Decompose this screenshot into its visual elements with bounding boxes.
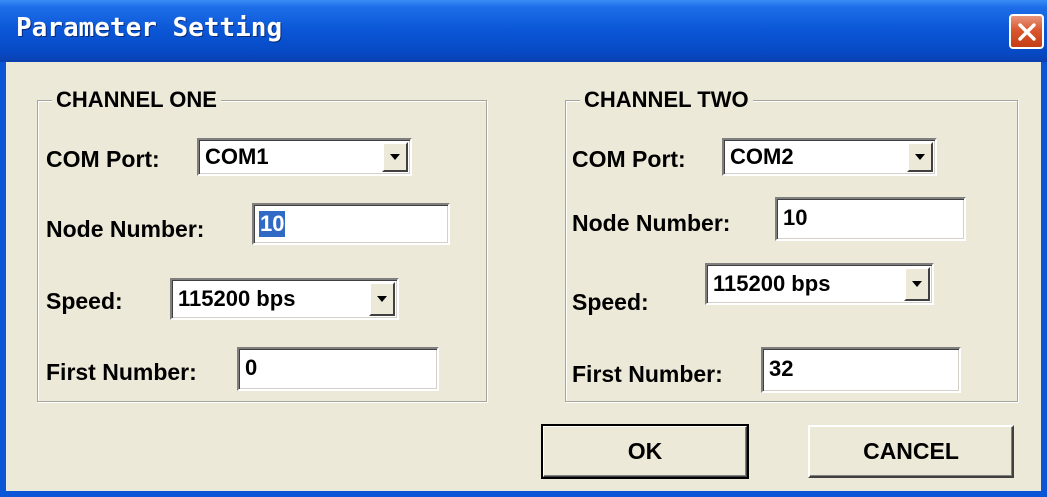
channel-two-first-number-input[interactable]: 32 — [761, 347, 961, 393]
window-frame-bottom — [0, 491, 1047, 497]
channel-two-com-port-select[interactable]: COM2 — [722, 138, 937, 176]
channel-two-first-number-label: First Number: — [572, 361, 723, 387]
ok-button[interactable]: OK — [541, 424, 749, 479]
channel-one-speed-value: 115200 bps — [178, 286, 296, 311]
channel-one-first-number-label: First Number: — [46, 359, 197, 385]
channel-one-com-port-select[interactable]: COM1 — [197, 138, 412, 176]
channel-two-first-number-value: 32 — [769, 356, 794, 381]
dialog-body: CHANNEL ONE COM Port: COM1 Node Number: … — [6, 62, 1041, 491]
channel-one-node-number-input[interactable]: 10 — [252, 203, 450, 245]
chevron-down-icon — [912, 281, 922, 287]
channel-two-speed-select[interactable]: 115200 bps — [705, 263, 934, 305]
channel-one-speed-select[interactable]: 115200 bps — [170, 278, 399, 320]
channel-one-speed-label: Speed: — [46, 288, 123, 314]
channel-two-com-port-dropdown-button[interactable] — [907, 142, 933, 172]
channel-two-node-number-value: 10 — [783, 205, 808, 230]
channel-one-node-number-label: Node Number: — [46, 216, 205, 242]
channel-one-legend: CHANNEL ONE — [52, 87, 221, 113]
window-title: Parameter Setting — [16, 13, 283, 43]
channel-one-com-port-label: COM Port: — [46, 146, 160, 172]
channel-two-com-port-value: COM2 — [730, 144, 794, 169]
close-button[interactable] — [1009, 14, 1044, 49]
chevron-down-icon — [377, 296, 387, 302]
channel-two-speed-dropdown-button[interactable] — [904, 267, 930, 301]
channel-two-com-port-label: COM Port: — [572, 146, 686, 172]
window-frame-right — [1041, 62, 1047, 497]
cancel-button[interactable]: CANCEL — [808, 425, 1014, 478]
channel-two-speed-label: Speed: — [572, 289, 649, 315]
channel-one-first-number-input[interactable]: 0 — [237, 347, 439, 391]
channel-one-node-number-value: 10 — [259, 211, 286, 237]
chevron-down-icon — [390, 154, 400, 160]
channel-one-com-port-dropdown-button[interactable] — [382, 142, 408, 172]
channel-two-speed-value: 115200 bps — [713, 271, 831, 296]
title-bar[interactable]: Parameter Setting — [0, 0, 1047, 62]
channel-one-com-port-value: COM1 — [205, 144, 269, 169]
close-icon — [1017, 22, 1036, 41]
channel-one-speed-dropdown-button[interactable] — [369, 282, 395, 316]
channel-one-first-number-value: 0 — [245, 355, 258, 380]
channel-two-node-number-input[interactable]: 10 — [775, 197, 966, 241]
channel-two-legend: CHANNEL TWO — [580, 87, 753, 113]
chevron-down-icon — [915, 154, 925, 160]
channel-two-node-number-label: Node Number: — [572, 210, 731, 236]
